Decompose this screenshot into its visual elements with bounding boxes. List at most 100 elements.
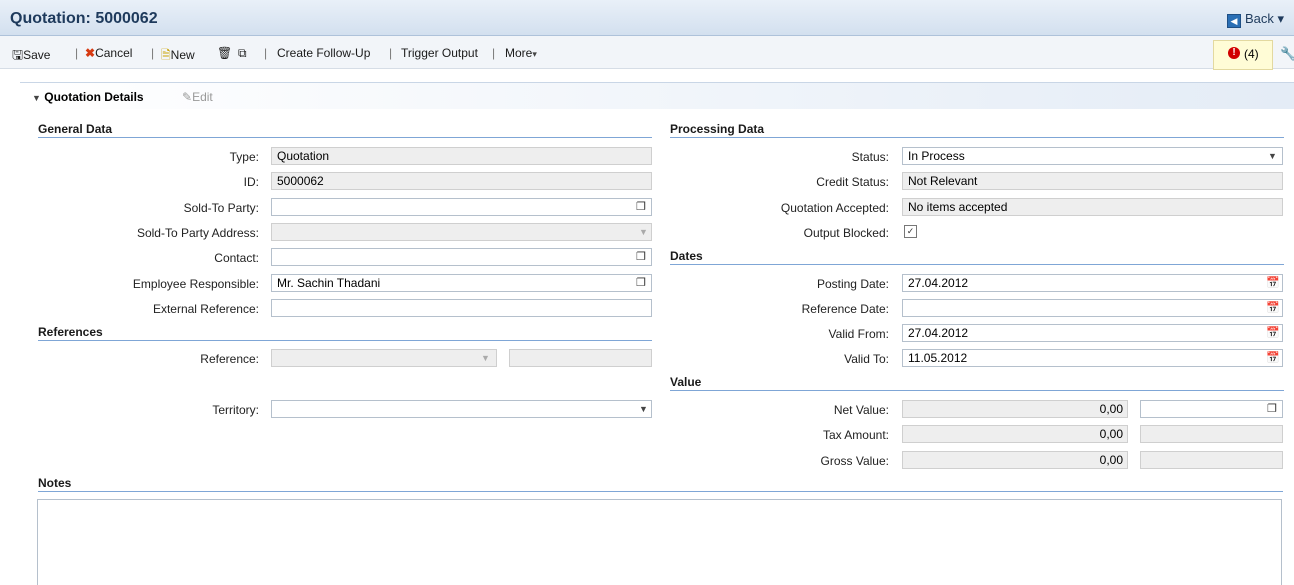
credit-status-label: Credit Status:: [816, 175, 889, 189]
quotation-accepted-label: Quotation Accepted:: [780, 201, 889, 215]
value-help-icon[interactable]: ❐: [1267, 402, 1277, 415]
calendar-icon[interactable]: 📅: [1266, 326, 1280, 339]
cancel-button[interactable]: ✖Cancel: [85, 46, 132, 60]
reference-label: Reference:: [200, 352, 259, 366]
references-heading: References: [38, 325, 103, 339]
back-button[interactable]: ◀ Back ▾: [1226, 11, 1284, 28]
output-blocked-checkbox[interactable]: ✓: [904, 225, 917, 238]
contact-input[interactable]: [271, 248, 652, 266]
id-field: 5000062: [271, 172, 652, 190]
toolbar-separator: |: [75, 46, 79, 60]
group-divider: [670, 390, 1284, 391]
currency-input[interactable]: [1140, 400, 1283, 418]
valid-to-input[interactable]: 11.05.2012: [902, 349, 1283, 367]
edit-button[interactable]: ✎Edit: [182, 90, 213, 104]
trash-icon: 🗑: [217, 46, 233, 60]
type-field: Quotation: [271, 147, 652, 165]
calendar-icon[interactable]: 📅: [1266, 276, 1280, 289]
notes-heading: Notes: [38, 476, 72, 490]
value-heading: Value: [670, 375, 702, 389]
sold-to-party-label: Sold-To Party:: [183, 201, 259, 215]
toolbar-separator: |: [151, 46, 155, 60]
output-blocked-label: Output Blocked:: [803, 226, 889, 240]
employee-responsible-input[interactable]: Mr. Sachin Thadani: [271, 274, 652, 292]
sold-to-party-address-select[interactable]: [271, 223, 652, 241]
employee-responsible-label: Employee Responsible:: [132, 277, 259, 291]
messages-count: (4): [1244, 47, 1259, 61]
new-button[interactable]: 🗎New: [161, 46, 195, 67]
status-label: Status:: [851, 150, 889, 164]
pencil-icon: ✎: [182, 90, 193, 104]
posting-date-label: Posting Date:: [816, 277, 889, 291]
dropdown-arrow-icon[interactable]: ▼: [1268, 151, 1277, 161]
reference-id-field: [509, 349, 652, 367]
cancel-icon: ✖: [85, 46, 96, 60]
toolbar-separator: |: [492, 46, 496, 60]
value-help-icon[interactable]: ❐: [636, 276, 646, 289]
external-reference-input[interactable]: [271, 299, 652, 317]
copy-button[interactable]: ⧉: [238, 46, 247, 61]
processing-data-heading: Processing Data: [670, 122, 765, 136]
section-title[interactable]: ▼ Quotation Details: [32, 90, 144, 104]
sold-to-party-input[interactable]: [271, 198, 652, 216]
status-select[interactable]: In Process: [902, 147, 1283, 165]
group-divider: [38, 137, 652, 138]
credit-status-field: Not Relevant: [902, 172, 1283, 190]
delete-button[interactable]: 🗑: [217, 46, 232, 60]
calendar-icon[interactable]: 📅: [1266, 351, 1280, 364]
type-label: Type:: [229, 150, 259, 164]
territory-select[interactable]: [271, 400, 652, 418]
dropdown-arrow-icon[interactable]: ▼: [481, 353, 490, 363]
group-divider: [670, 264, 1284, 265]
valid-to-label: Valid To:: [844, 352, 889, 366]
group-divider: [670, 137, 1284, 138]
create-follow-up-button[interactable]: Create Follow-Up: [277, 46, 370, 60]
sold-to-party-address-label: Sold-To Party Address:: [136, 226, 259, 240]
territory-label: Territory:: [212, 403, 259, 417]
calendar-icon[interactable]: 📅: [1266, 301, 1280, 314]
gross-value-field: 0,00: [902, 451, 1128, 469]
quotation-accepted-field: No items accepted: [902, 198, 1283, 216]
copy-icon: ⧉: [238, 46, 247, 60]
new-document-icon: 🗎: [161, 48, 171, 62]
page-title: Quotation: 5000062: [10, 10, 158, 27]
tax-amount-field: 0,00: [902, 425, 1128, 443]
posting-date-input[interactable]: 27.04.2012: [902, 274, 1283, 292]
more-button[interactable]: More▾: [505, 46, 537, 60]
save-icon: 🖫: [12, 47, 24, 62]
value-help-icon[interactable]: ❐: [636, 250, 646, 263]
toolbar-separator: |: [389, 46, 393, 60]
dropdown-arrow-icon[interactable]: ▼: [639, 227, 648, 237]
valid-from-label: Valid From:: [828, 327, 889, 341]
wrench-icon[interactable]: 🔧: [1280, 46, 1294, 62]
net-value-field: 0,00: [902, 400, 1128, 418]
gross-currency-field: [1140, 451, 1283, 469]
back-label: Back: [1244, 11, 1274, 26]
notes-textarea[interactable]: [37, 499, 1282, 585]
external-reference-label: External Reference:: [152, 302, 259, 316]
messages-indicator[interactable]: ! (4): [1213, 40, 1273, 70]
group-divider: [38, 340, 652, 341]
back-icon: ◀: [1226, 14, 1241, 28]
title-bar: Quotation: 5000062 ◀ Back ▾: [0, 0, 1294, 36]
chevron-down-icon: ▾: [532, 49, 537, 59]
net-value-label: Net Value:: [833, 403, 889, 417]
chevron-down-icon[interactable]: ▾: [1277, 11, 1284, 26]
reference-select[interactable]: [271, 349, 497, 367]
save-button[interactable]: 🖫Save: [12, 46, 50, 68]
dropdown-arrow-icon[interactable]: ▼: [639, 404, 648, 414]
error-icon: !: [1228, 47, 1240, 59]
general-data-heading: General Data: [38, 122, 113, 136]
reference-date-label: Reference Date:: [801, 302, 889, 316]
reference-date-input[interactable]: [902, 299, 1283, 317]
tax-amount-label: Tax Amount:: [822, 428, 889, 442]
trigger-output-button[interactable]: Trigger Output: [401, 46, 478, 60]
valid-from-input[interactable]: 27.04.2012: [902, 324, 1283, 342]
id-label: ID:: [243, 175, 259, 189]
quotation-details-header: ▼ Quotation Details ✎Edit: [20, 82, 1294, 109]
toolbar-separator: |: [264, 46, 268, 60]
value-help-icon[interactable]: ❐: [636, 200, 646, 213]
gross-value-label: Gross Value:: [820, 454, 889, 468]
contact-label: Contact:: [214, 251, 259, 265]
dates-heading: Dates: [670, 249, 703, 263]
